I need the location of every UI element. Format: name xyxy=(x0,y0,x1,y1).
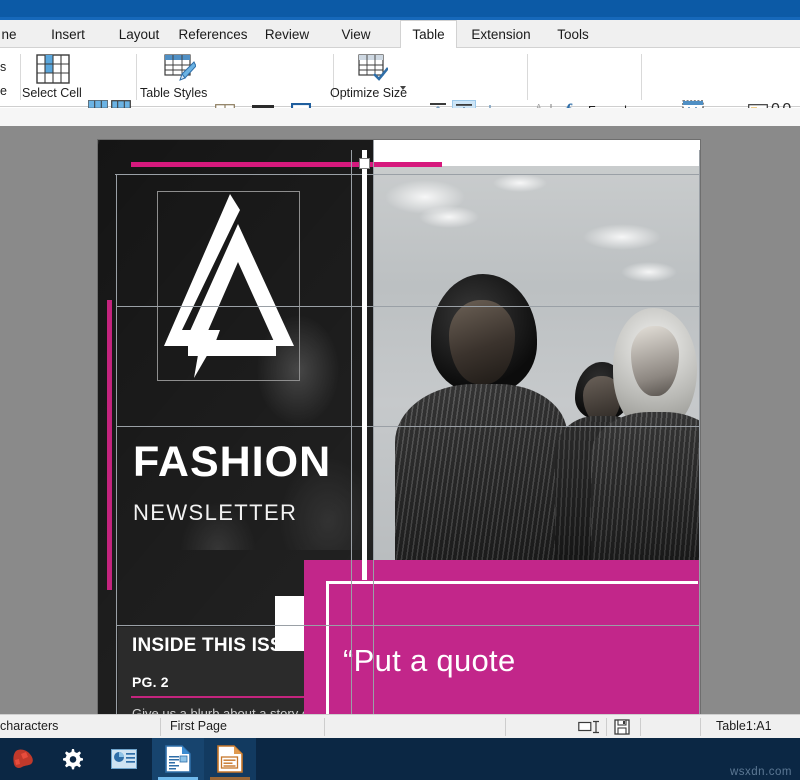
impress-document-icon[interactable] xyxy=(204,738,256,780)
ribbon-toolbar: s e Select Cell xyxy=(0,48,800,107)
tab-table-label: Table xyxy=(412,27,444,42)
text-boundaries-glyph xyxy=(578,720,602,734)
impress-doc-glyph xyxy=(217,745,243,773)
tab-view[interactable]: View xyxy=(328,20,384,48)
ribbon-separator-1 xyxy=(20,54,21,100)
column-handle-white[interactable] xyxy=(362,150,367,580)
display-settings-icon[interactable] xyxy=(100,738,148,780)
quote-white-gap xyxy=(275,596,304,651)
taskbar: wsxdn.com xyxy=(0,738,800,780)
tab-insert-label: Insert xyxy=(51,27,85,42)
column-resize-handle[interactable] xyxy=(359,158,370,169)
guide-line-row3 xyxy=(116,625,700,626)
guide-line-right xyxy=(699,150,700,714)
horizontal-ruler[interactable]: 1 2 3 4 5 6 7 8 9 10 11 12 13 14 15 16 1… xyxy=(0,108,800,126)
tab-table[interactable]: Table xyxy=(400,20,457,49)
table-styles-label: Table Styles xyxy=(140,86,207,100)
text-boundaries-icon[interactable] xyxy=(578,720,602,737)
watermark: wsxdn.com xyxy=(730,766,792,778)
photo-figure-right xyxy=(605,308,700,596)
truncated-label-e: e xyxy=(0,84,7,98)
tab-home-label: ne xyxy=(1,27,16,42)
tab-extension[interactable]: Extension xyxy=(461,20,541,48)
quote-text: “Put a quote xyxy=(343,643,516,679)
character-count: characters xyxy=(0,719,58,733)
tab-tools-label: Tools xyxy=(557,27,589,42)
document-page[interactable]: FASHION NEWSLETTER INSIDE THIS ISSUE PG.… xyxy=(98,140,700,714)
window-title-strip xyxy=(0,0,800,20)
guide-line-top xyxy=(115,174,700,175)
tab-review-label: Review xyxy=(265,27,309,42)
ribbon-separator-5 xyxy=(641,54,642,100)
optimize-size-icon xyxy=(358,54,388,82)
table-styles-icon xyxy=(164,54,196,84)
select-cell-button[interactable] xyxy=(36,54,70,84)
tab-tools[interactable]: Tools xyxy=(546,20,600,48)
ribbon-separator-2 xyxy=(136,54,137,100)
optimize-size-dropdown-caret[interactable] xyxy=(400,86,406,90)
page-reference: PG. 2 xyxy=(132,674,169,690)
guide-line-left xyxy=(116,174,117,714)
settings-gear-icon[interactable] xyxy=(48,738,96,780)
guide-line-row1 xyxy=(116,306,700,307)
page-style[interactable]: First Page xyxy=(170,719,227,733)
ribbon-tab-bar: ne Insert Layout References Review View … xyxy=(0,20,800,48)
tab-home[interactable]: ne xyxy=(0,20,26,48)
tab-layout[interactable]: Layout xyxy=(108,20,170,48)
save-glyph xyxy=(614,719,630,735)
tab-extension-label: Extension xyxy=(471,27,530,42)
tab-insert[interactable]: Insert xyxy=(38,20,98,48)
document-canvas[interactable]: FASHION NEWSLETTER INSIDE THIS ISSUE PG.… xyxy=(0,126,800,714)
status-bar: characters First Page Table1:A1 xyxy=(0,714,800,738)
accent-line-left xyxy=(107,300,112,590)
guide-line-col2 xyxy=(373,140,374,714)
newsletter-subtitle: NEWSLETTER xyxy=(133,500,297,526)
photo-figure-left xyxy=(409,274,559,596)
truncated-label-s: s xyxy=(0,60,6,74)
stylized-a-logo-icon xyxy=(158,188,300,384)
tab-view-label: View xyxy=(341,27,370,42)
tab-references[interactable]: References xyxy=(170,20,256,48)
gear-glyph xyxy=(60,747,84,771)
writer-document-icon[interactable] xyxy=(152,738,204,780)
page-reference-rule xyxy=(131,696,327,698)
tab-review[interactable]: Review xyxy=(254,20,320,48)
display-settings-glyph xyxy=(111,749,137,769)
writer-doc-glyph xyxy=(165,745,191,773)
table-styles-button[interactable] xyxy=(164,54,196,89)
guide-line-col1 xyxy=(351,150,352,714)
app-launcher-glyph xyxy=(12,748,36,770)
guide-line-row2 xyxy=(116,426,700,427)
table-grid-icon xyxy=(36,54,70,84)
optimize-size-button[interactable] xyxy=(358,54,388,87)
newsletter-title: FASHION xyxy=(133,437,331,487)
optimize-size-label: Optimize Size xyxy=(330,86,407,100)
application-window: ne Insert Layout References Review View … xyxy=(0,0,800,780)
ribbon-separator-4 xyxy=(527,54,528,100)
save-icon[interactable] xyxy=(614,719,630,738)
tab-references-label: References xyxy=(178,27,247,42)
newsletter-hero-photo xyxy=(373,166,700,596)
tab-layout-label: Layout xyxy=(119,27,160,42)
cell-reference: Table1:A1 xyxy=(716,719,772,733)
accent-line-top xyxy=(131,162,442,167)
app-launcher-icon[interactable] xyxy=(0,738,48,780)
select-cell-label: Select Cell xyxy=(22,86,82,100)
